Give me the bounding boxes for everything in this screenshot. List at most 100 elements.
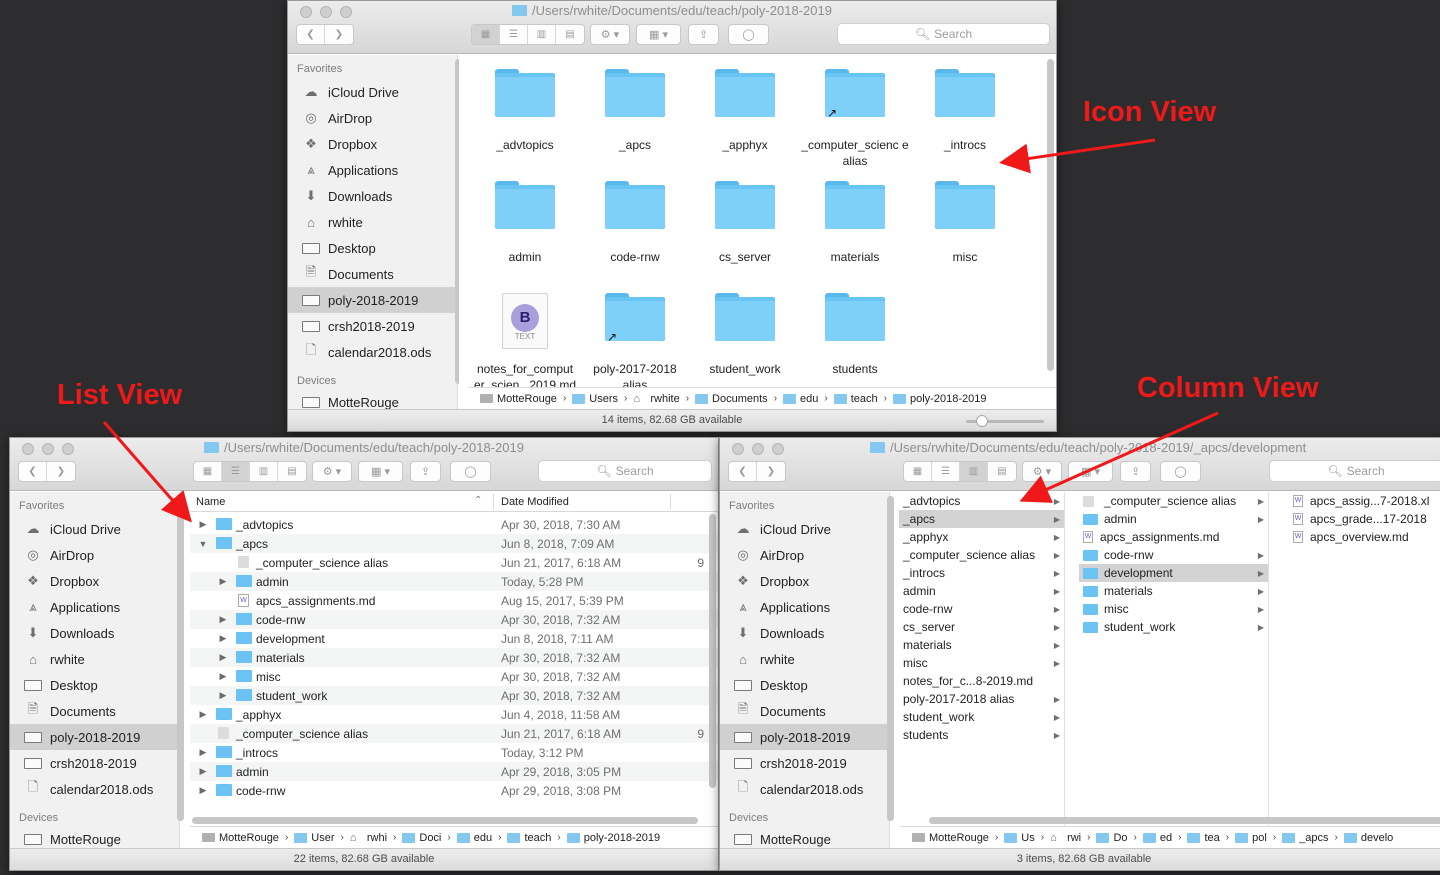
content-scrollbar[interactable]: [1047, 59, 1054, 371]
column-item[interactable]: admin ▶: [1079, 510, 1268, 528]
share-button[interactable]: ⇪: [1120, 461, 1151, 482]
share-button[interactable]: ⇪: [688, 24, 719, 45]
table-row[interactable]: ▶ _introcs Today, 3:12 PM: [190, 743, 718, 762]
column-item[interactable]: code-rnw ▶: [899, 600, 1064, 618]
share-button[interactable]: ⇪: [410, 461, 441, 482]
column-item[interactable]: cs_server ▶: [899, 618, 1064, 636]
table-row[interactable]: ▶ misc Apr 30, 2018, 7:32 AM: [190, 667, 718, 686]
back-button[interactable]: ❮: [297, 25, 325, 44]
column-item[interactable]: materials ▶: [1079, 582, 1268, 600]
path-item[interactable]: edu: [456, 832, 492, 844]
path-item[interactable]: Doci: [402, 832, 441, 844]
disclosure-closed-icon[interactable]: ▶: [218, 576, 228, 587]
sidebar-item-motterouge[interactable]: MotteRouge: [10, 826, 179, 848]
column-item[interactable]: student_work ▶: [899, 708, 1064, 726]
table-row[interactable]: ▶ code-rnw Apr 30, 2018, 7:32 AM: [190, 610, 718, 629]
column-item[interactable]: Wapcs_assignments.md: [1079, 528, 1268, 546]
sidebar-item-icloud[interactable]: ☁ iCloud Drive: [10, 516, 179, 542]
path-item[interactable]: edu: [783, 393, 818, 405]
grid-item[interactable]: ↗ poly-2017-2018 alias: [581, 293, 689, 387]
tag-button[interactable]: ◯: [1160, 461, 1201, 482]
arrange-button[interactable]: ▦ ▾: [636, 24, 681, 45]
sidebar-item-downloads[interactable]: ⬇ Downloads: [288, 183, 457, 209]
disclosure-closed-icon[interactable]: ▶: [218, 690, 228, 701]
path-item[interactable]: ed: [1142, 832, 1172, 844]
column-item[interactable]: Wapcs_grade...17-2018: [1289, 510, 1440, 528]
grid-item[interactable]: misc: [911, 181, 1019, 265]
icon-view-button[interactable]: ▦: [194, 462, 222, 481]
content-scrollbar[interactable]: [709, 514, 716, 788]
path-item[interactable]: poly-2018-2019: [893, 393, 986, 405]
grid-item[interactable]: _introcs: [911, 69, 1019, 153]
sidebar-item-dropbox[interactable]: ❖ Dropbox: [10, 568, 179, 594]
arrange-button[interactable]: ▦ ▾: [1068, 461, 1113, 482]
sidebar-item-calendar2018[interactable]: 🗋 calendar2018.ods: [10, 776, 179, 802]
disclosure-closed-icon[interactable]: ▶: [218, 633, 228, 644]
back-button[interactable]: ❮: [729, 462, 757, 481]
sidebar-item-dropbox[interactable]: ❖ Dropbox: [288, 131, 457, 157]
icon-view-button[interactable]: ▦: [904, 462, 932, 481]
path-item[interactable]: poly-2018-2019: [566, 832, 660, 844]
column-header-name[interactable]: Name: [196, 496, 225, 508]
grid-item[interactable]: student_work: [691, 293, 799, 377]
path-item[interactable]: ⌂ rwhite: [633, 393, 679, 405]
list-view-button[interactable]: ☰: [222, 462, 250, 481]
table-row[interactable]: ▶ code-rnw Apr 29, 2018, 3:08 PM: [190, 781, 718, 800]
sidebar-item-rwhite[interactable]: ⌂ rwhite: [720, 646, 889, 672]
sidebar-item-calendar2018[interactable]: 🗋 calendar2018.ods: [720, 776, 889, 802]
path-item[interactable]: _apcs: [1282, 832, 1329, 844]
sidebar-scrollbar[interactable]: [887, 496, 894, 821]
sidebar-item-poly-2018-2019[interactable]: poly-2018-2019: [720, 724, 889, 750]
path-item[interactable]: Do: [1096, 832, 1128, 844]
column-item[interactable]: Wapcs_overview.md: [1289, 528, 1440, 546]
column-item[interactable]: poly-2017-2018 alias ▶: [899, 690, 1064, 708]
list-view-button[interactable]: ☰: [932, 462, 960, 481]
grid-item[interactable]: _apphyx: [691, 69, 799, 153]
disclosure-closed-icon[interactable]: ▶: [198, 709, 208, 720]
sidebar-item-desktop[interactable]: Desktop: [10, 672, 179, 698]
forward-button[interactable]: ❯: [325, 25, 353, 44]
sidebar-item-downloads[interactable]: ⬇ Downloads: [10, 620, 179, 646]
disclosure-closed-icon[interactable]: ▶: [198, 519, 208, 530]
minimize-button[interactable]: [752, 443, 764, 455]
horizontal-scrollbar[interactable]: [929, 817, 1440, 824]
grid-item[interactable]: B TEXT notes_for_comput er_scien...2019.md: [471, 293, 579, 387]
sidebar-item-downloads[interactable]: ⬇ Downloads: [720, 620, 889, 646]
sidebar-item-crsh2018-2019[interactable]: crsh2018-2019: [720, 750, 889, 776]
path-item[interactable]: Us: [1004, 832, 1035, 844]
sidebar-item-crsh2018-2019[interactable]: crsh2018-2019: [288, 313, 457, 339]
column-header-date[interactable]: Date Modified: [501, 496, 569, 508]
column-item[interactable]: development ▶: [1079, 564, 1268, 582]
column-item[interactable]: code-rnw ▶: [1079, 546, 1268, 564]
table-row[interactable]: ▶ admin Apr 29, 2018, 3:05 PM: [190, 762, 718, 781]
icon-size-slider[interactable]: [966, 415, 1044, 427]
sidebar-item-desktop[interactable]: Desktop: [720, 672, 889, 698]
grid-item[interactable]: _advtopics: [471, 69, 579, 153]
zoom-button[interactable]: [772, 443, 784, 455]
action-gear-button[interactable]: ⚙ ▾: [312, 461, 352, 482]
disclosure-closed-icon[interactable]: ▶: [198, 766, 208, 777]
disclosure-closed-icon[interactable]: ▶: [198, 747, 208, 758]
path-item[interactable]: Users: [572, 393, 618, 405]
forward-button[interactable]: ❯: [757, 462, 785, 481]
sidebar-item-documents[interactable]: 🗎 Documents: [288, 261, 457, 287]
column-view-button[interactable]: ▥: [250, 462, 278, 481]
table-row[interactable]: _computer_science alias Jun 21, 2017, 6:1…: [190, 553, 718, 572]
column-item[interactable]: notes_for_c...8-2019.md: [899, 672, 1064, 690]
sidebar-item-applications[interactable]: ⩓ Applications: [720, 594, 889, 620]
table-row[interactable]: ▶ student_work Apr 30, 2018, 7:32 AM: [190, 686, 718, 705]
column-item[interactable]: _computer_science alias ▶: [899, 546, 1064, 564]
grid-item[interactable]: _apcs: [581, 69, 689, 153]
column-item[interactable]: Wapcs_assig...7-2018.xl: [1289, 492, 1440, 510]
sidebar-item-rwhite[interactable]: ⌂ rwhite: [10, 646, 179, 672]
grid-item[interactable]: ↗ _computer_scienc e alias: [801, 69, 909, 169]
disclosure-closed-icon[interactable]: ▶: [198, 785, 208, 796]
sidebar-item-applications[interactable]: ⩓ Applications: [10, 594, 179, 620]
table-row[interactable]: ▶ development Jun 8, 2018, 7:11 AM: [190, 629, 718, 648]
grid-item[interactable]: materials: [801, 181, 909, 265]
grid-item[interactable]: code-rnw: [581, 181, 689, 265]
disclosure-open-icon[interactable]: ▼: [198, 539, 208, 549]
coverflow-button[interactable]: ▤: [278, 462, 306, 481]
table-row[interactable]: ▶ admin Today, 5:28 PM: [190, 572, 718, 591]
path-item[interactable]: ⌂ rwhi: [350, 832, 387, 844]
